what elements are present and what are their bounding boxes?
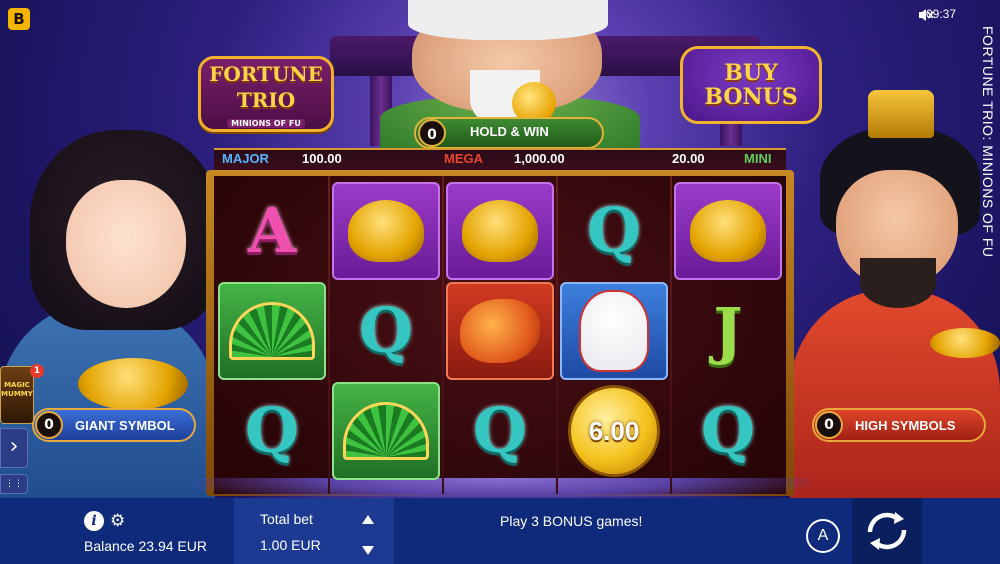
jackpot-major-label: MAJOR	[222, 151, 269, 166]
jackpot-mega-label: MEGA	[444, 151, 483, 166]
hold-and-win-label: HOLD & WIN	[470, 124, 549, 139]
high-symbols-pill: 0 HIGH SYMBOLS	[812, 408, 986, 442]
reel-cell: 6.00	[560, 382, 668, 480]
bet-increase-arrow-icon[interactable]	[360, 513, 376, 527]
symbol-j: J	[713, 294, 743, 367]
spin-arrows-icon	[867, 512, 907, 550]
sage-hair	[408, 0, 608, 40]
reel-separator	[556, 176, 558, 494]
bottom-bar	[0, 498, 1000, 564]
reel-cell: Q	[218, 382, 326, 480]
koi-fish-icon	[460, 299, 540, 363]
info-icon[interactable]: i	[84, 511, 104, 531]
reel-separator	[670, 176, 672, 494]
reel-cell	[560, 282, 668, 380]
jackpot-mini-value: 20.00	[672, 151, 705, 166]
reel-cell: Q	[332, 282, 440, 380]
reel-separator	[442, 176, 444, 494]
gold-ingot-icon	[348, 200, 424, 262]
symbol-q: Q	[700, 394, 755, 467]
buy-bonus-line-1: BUY	[724, 60, 778, 86]
giant-symbol-label: GIANT SYMBOL	[75, 417, 175, 433]
reel-cell	[218, 282, 326, 380]
symbol-q: Q	[586, 194, 641, 267]
coin-symbol: 6.00	[568, 385, 660, 477]
autoplay-button[interactable]: A	[806, 519, 840, 553]
emperor-crown	[868, 90, 934, 138]
game-title-vertical: FORTUNE TRIO: MINIONS OF FU	[980, 26, 996, 258]
clock: 09:37	[925, 7, 956, 21]
bet-decrease-arrow-icon[interactable]	[360, 543, 376, 557]
jackpot-major-value: 100.00	[302, 151, 342, 166]
reel-cell: J	[674, 282, 782, 380]
giant-symbol-pill: 0 GIANT SYMBOL	[32, 408, 196, 442]
reel-cell	[674, 182, 782, 280]
buy-bonus-line-2: BONUS	[704, 84, 798, 110]
total-bet-value: 1.00 EUR	[260, 537, 321, 553]
symbol-q: Q	[358, 294, 413, 367]
girl-face	[66, 180, 186, 308]
reel-cell: Q	[560, 182, 668, 280]
emperor-beard	[860, 258, 936, 308]
reel-cell	[332, 382, 440, 480]
sidebar-menu-button[interactable]: ⋮⋮	[0, 474, 28, 494]
buy-bonus-button[interactable]: BUY BONUS	[680, 46, 822, 124]
giant-symbol-counter: 0	[35, 411, 63, 439]
fan-icon	[229, 302, 315, 360]
logo-line-2: TRIO	[236, 88, 296, 112]
reel-cell: Q	[446, 382, 554, 480]
logo-subtitle: MINIONS OF FU	[227, 119, 305, 128]
gear-icon[interactable]: ⚙	[110, 511, 130, 531]
high-symbols-label: HIGH SYMBOLS	[855, 417, 956, 433]
balance-display: Balance 23.94 EUR	[84, 538, 207, 554]
reel-separator	[328, 176, 330, 494]
symbol-a: A	[247, 194, 297, 267]
total-bet-label: Total bet	[260, 511, 313, 527]
promo-notification-badge: 1	[30, 364, 44, 378]
reel-cell	[446, 182, 554, 280]
status-message: Play 3 BONUS games!	[500, 513, 643, 529]
fan-icon	[343, 402, 429, 460]
hold-and-win-counter: 0	[418, 119, 446, 147]
lucky-cat-icon	[579, 290, 649, 372]
gold-ingot-icon	[462, 200, 538, 262]
reel-cell	[332, 182, 440, 280]
reel-cell: Q	[674, 382, 782, 480]
jackpot-mini-label: MINI	[744, 151, 772, 166]
spin-button[interactable]	[852, 498, 922, 564]
logo-line-1: FORTUNE	[209, 62, 323, 86]
symbol-q: Q	[244, 394, 299, 467]
high-symbols-counter: 0	[815, 411, 843, 439]
symbol-q: Q	[472, 394, 527, 467]
gold-ingot-icon	[690, 200, 766, 262]
reel-cell	[446, 282, 554, 380]
jackpot-mega-value: 1,000.00	[514, 151, 565, 166]
promo-game-tile[interactable]: MAGIC MUMMY	[0, 366, 34, 424]
game-logo: FORTUNE TRIO MINIONS OF FU	[198, 56, 334, 132]
reel-cell: A	[218, 182, 326, 280]
brand-logo[interactable]: B	[8, 8, 30, 30]
gold-ingot-icon	[930, 328, 1000, 358]
emperor-character	[790, 290, 1000, 510]
gold-coins-bowl	[78, 358, 188, 410]
sidebar-expand-button[interactable]: ›	[0, 428, 28, 468]
